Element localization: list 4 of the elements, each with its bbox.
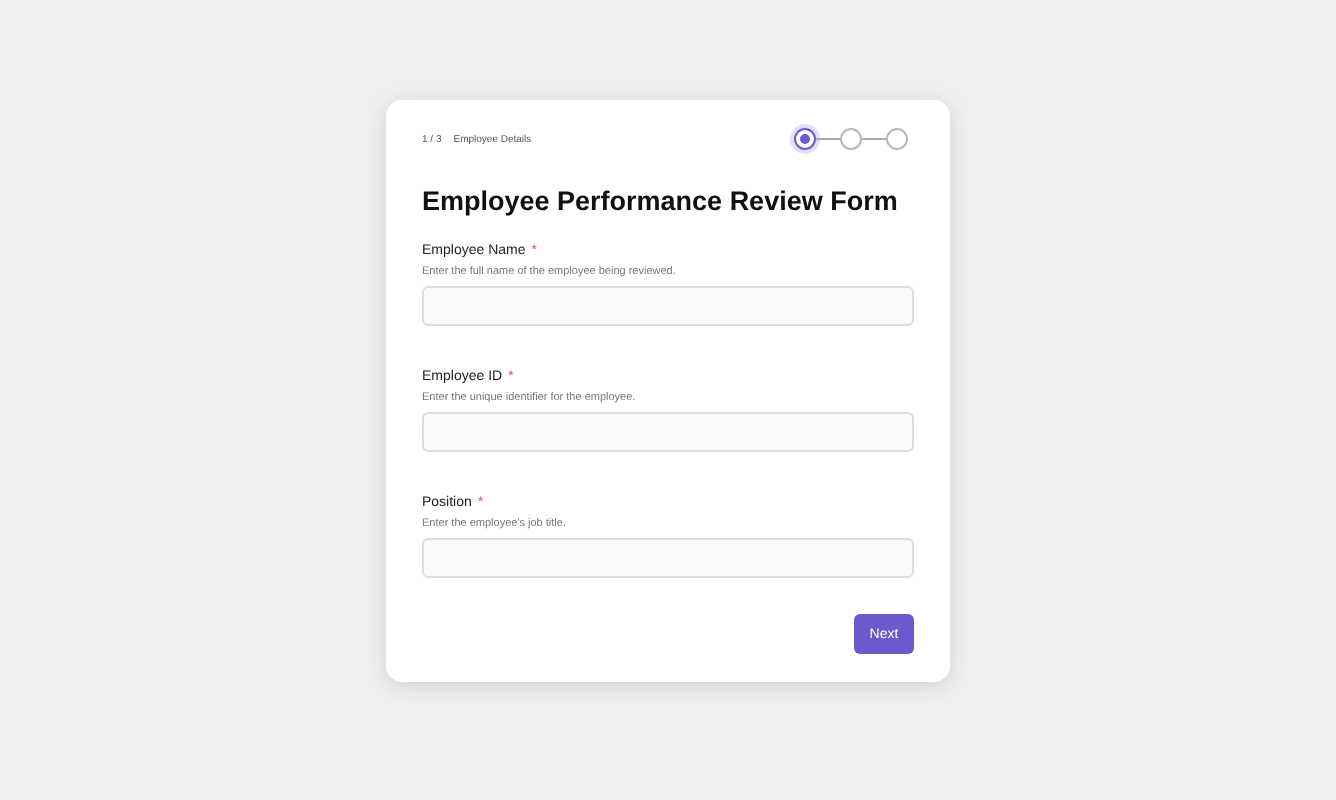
form-title: Employee Performance Review Form xyxy=(422,186,900,216)
input-field[interactable] xyxy=(422,538,914,578)
input-field[interactable] xyxy=(422,286,914,326)
input-field[interactable] xyxy=(422,412,914,452)
